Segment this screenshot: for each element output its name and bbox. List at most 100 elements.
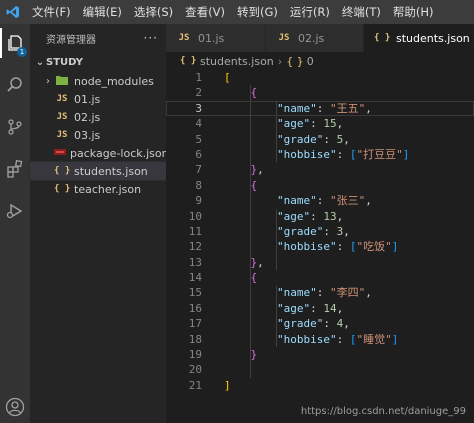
- line-content: ]: [224, 378, 231, 393]
- run-debug-icon[interactable]: [0, 196, 30, 226]
- menu-terminal[interactable]: 终端(T): [336, 0, 387, 24]
- code-token: ,: [336, 117, 344, 131]
- workspace-folder[interactable]: ⌄ STUDY: [30, 52, 166, 72]
- line-number: 1: [195, 71, 202, 84]
- tree-item-teacher-json[interactable]: { } teacher.json: [30, 180, 166, 198]
- line-content: "name": "王五",: [224, 101, 372, 116]
- code-token: "name": [276, 286, 317, 300]
- lock-file-icon: [54, 148, 66, 158]
- code-line[interactable]: 6 "hobbise": ["打豆豆"]: [166, 147, 474, 162]
- code-line[interactable]: 19 }: [166, 347, 474, 362]
- code-token: "age": [276, 209, 311, 223]
- code-line[interactable]: 15 "name": "李四",: [166, 285, 474, 300]
- code-line[interactable]: 9 "name": "张三",: [166, 193, 474, 208]
- code-editor[interactable]: 1[2 {3 "name": "王五", 4 "age": 15, 5 "grade…: [166, 70, 474, 423]
- menu-view[interactable]: 查看(V): [179, 0, 231, 24]
- code-line[interactable]: 7 },: [166, 162, 474, 177]
- account-icon[interactable]: [0, 392, 30, 422]
- code-token: :: [316, 101, 330, 115]
- menu-help[interactable]: 帮助(H): [387, 0, 440, 24]
- menu-run[interactable]: 运行(R): [284, 0, 336, 24]
- tree-item-label: 02.js: [74, 110, 101, 124]
- code-line[interactable]: 5 "grade": 5,: [166, 132, 474, 147]
- code-line[interactable]: 14 {: [166, 270, 474, 285]
- tab-students-json[interactable]: { } students.json: [364, 24, 474, 52]
- breadcrumb-separator: ›: [277, 54, 283, 68]
- source-control-icon[interactable]: [0, 112, 30, 142]
- code-token: ,: [343, 224, 350, 238]
- line-number: 7: [195, 163, 202, 177]
- code-line[interactable]: 1[: [166, 70, 474, 85]
- code-line[interactable]: 21]: [166, 378, 474, 393]
- code-token: "睡觉": [356, 332, 392, 346]
- line-number: 10: [188, 209, 202, 223]
- line-number: 5: [195, 132, 202, 146]
- line-content: "hobbise": ["睡觉"]: [224, 332, 398, 347]
- tree-item-label: package-lock.json: [70, 146, 169, 160]
- menu-edit[interactable]: 编辑(E): [77, 0, 128, 24]
- tree-item-node-modules[interactable]: › node_modules: [30, 72, 166, 90]
- tree-item-students-json[interactable]: { } students.json: [29, 161, 167, 181]
- code-line[interactable]: 12 "hobbise": ["吃饭"]: [166, 239, 474, 254]
- tab-label: students.json: [396, 31, 470, 45]
- code-token: 13: [323, 209, 337, 223]
- line-content: "grade": 4,: [224, 316, 350, 331]
- breadcrumb-node[interactable]: 0: [307, 55, 314, 68]
- code-line[interactable]: 2 {: [166, 85, 474, 100]
- search-icon[interactable]: [0, 70, 30, 100]
- code-line[interactable]: 4 "age": 15,: [166, 116, 474, 131]
- code-line[interactable]: 13 },: [166, 255, 474, 270]
- line-content: "grade": 3,: [224, 224, 350, 239]
- breadcrumb: { } students.json › { } 0: [166, 52, 474, 70]
- code-token: "age": [276, 301, 311, 315]
- tab-02-js[interactable]: JS 02.js: [266, 24, 364, 52]
- watermark: https://blog.csdn.net/daniuge_99: [300, 406, 466, 417]
- line-number: 21: [188, 378, 202, 392]
- code-token: ,: [257, 163, 264, 177]
- breadcrumb-file[interactable]: students.json: [200, 55, 274, 68]
- tree-item-label: 01.js: [74, 92, 101, 106]
- tree-item-02-js[interactable]: JS 02.js: [30, 108, 166, 126]
- line-number: 16: [188, 301, 202, 315]
- code-line[interactable]: 20: [166, 362, 474, 377]
- code-token: {: [250, 271, 258, 285]
- code-line[interactable]: 10 "age": 13,: [166, 209, 474, 224]
- code-token: "打豆豆": [356, 147, 403, 161]
- tab-label: 01.js: [198, 31, 225, 45]
- activity-bar: 1: [0, 24, 30, 423]
- code-token: :: [310, 117, 324, 131]
- tree-item-01-js[interactable]: JS 01.js: [30, 90, 166, 108]
- line-number: 3: [195, 101, 202, 115]
- line-content: {: [224, 178, 258, 193]
- code-line[interactable]: 3 "name": "王五",: [166, 100, 474, 117]
- node-folder-icon: [54, 75, 70, 88]
- menu-go[interactable]: 转到(G): [231, 0, 284, 24]
- code-token: ,: [343, 132, 350, 146]
- menu-selection[interactable]: 选择(S): [128, 0, 179, 24]
- extensions-icon[interactable]: [0, 154, 30, 184]
- code-line[interactable]: 17 "grade": 4,: [166, 316, 474, 331]
- explorer-icon[interactable]: 1: [0, 28, 30, 58]
- line-number: 15: [188, 286, 202, 300]
- code-line[interactable]: 11 "grade": 3,: [166, 224, 474, 239]
- code-line[interactable]: 8 {: [166, 178, 474, 193]
- code-token: "吃饭": [356, 240, 392, 254]
- code-line[interactable]: 18 "hobbise": ["睡觉"]: [166, 332, 474, 347]
- code-token: "李四": [329, 286, 366, 300]
- chevron-down-icon: ⌄: [35, 56, 45, 68]
- tab-01-js[interactable]: JS 01.js: [166, 24, 266, 52]
- code-line[interactable]: 16 "age": 14,: [166, 301, 474, 316]
- more-actions-icon[interactable]: ···: [144, 31, 158, 45]
- menu-file[interactable]: 文件(F): [26, 0, 77, 24]
- explorer-header: 资源管理器 ···: [30, 24, 166, 52]
- tree-item-03-js[interactable]: JS 03.js: [30, 126, 166, 144]
- tree-item-package-lock[interactable]: package-lock.json: [30, 144, 169, 162]
